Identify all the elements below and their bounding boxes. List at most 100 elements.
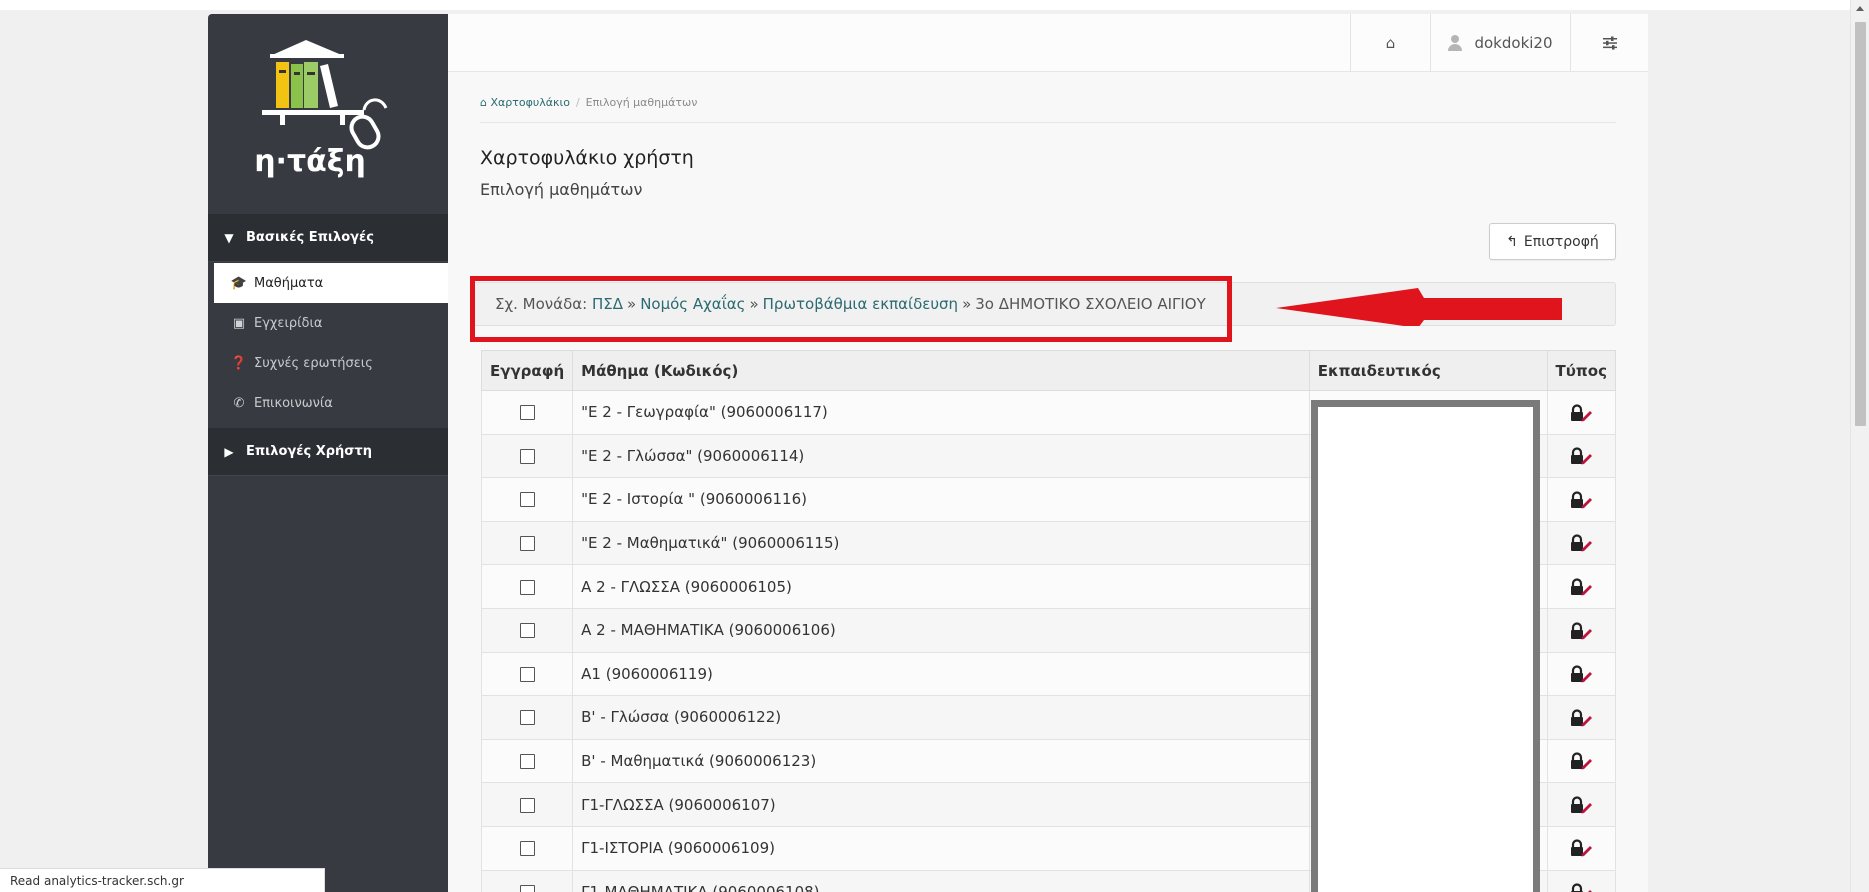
register-checkbox[interactable] <box>519 666 535 682</box>
breadcrumb-home-label: Χαρτοφυλάκιο <box>490 96 570 109</box>
sidebar-group-label: Επιλογές Χρήστη <box>246 444 372 459</box>
lock-edit-icon[interactable] <box>1569 621 1593 640</box>
sidebar-group-user-options[interactable]: ▶ Επιλογές Χρήστη <box>208 428 448 476</box>
course-cell: "Ε 2 - Ιστορία " (9060006116) <box>572 477 1310 522</box>
divider <box>480 122 1616 123</box>
phone-icon: ✆ <box>233 395 245 411</box>
settings-button[interactable] <box>1570 14 1648 72</box>
register-checkbox[interactable] <box>519 492 535 508</box>
page-scrollbar[interactable] <box>1850 0 1869 892</box>
course-cell: Α1 (9060006119) <box>572 651 1310 697</box>
register-cell <box>480 433 574 479</box>
browser-top-strip <box>0 0 1869 10</box>
course-cell: Β' - Μαθηματικά (9060006123) <box>572 738 1310 784</box>
sliders-icon <box>1602 36 1617 50</box>
school-prefix: Σχ. Μονάδα: <box>495 295 588 313</box>
sidebar-item-manuals[interactable]: ▣ Εγχειρίδια <box>208 303 448 343</box>
register-checkbox[interactable] <box>519 405 535 421</box>
column-header: Εγγραφή <box>480 350 574 391</box>
lock-edit-icon[interactable] <box>1569 665 1593 683</box>
home-button[interactable]: ⌂ <box>1350 14 1430 72</box>
logo[interactable]: η·τάξη <box>208 14 448 214</box>
type-cell <box>1546 564 1617 609</box>
lock-edit-icon[interactable] <box>1569 709 1593 727</box>
type-cell <box>1546 738 1617 784</box>
course-cell: "Ε 2 - Μαθηματικά" (9060006115) <box>572 520 1310 566</box>
lock-edit-icon[interactable] <box>1569 491 1593 509</box>
course-cell: "Ε 2 - Γεωγραφία" (9060006117) <box>572 390 1310 435</box>
page-title: Χαρτοφυλάκιο χρήστη <box>480 147 694 169</box>
sidebar-item-label: Επικοινωνία <box>254 395 333 411</box>
register-cell <box>480 564 574 609</box>
sidebar: η·τάξη ▼ Βασικές Επιλογές 🎓 Μαθήματα ▣ Ε… <box>208 14 450 892</box>
register-checkbox[interactable] <box>519 841 535 857</box>
column-header: Τύπος <box>1546 350 1617 391</box>
path-separator: » <box>962 295 972 313</box>
lock-edit-icon[interactable] <box>1569 403 1593 422</box>
register-cell <box>480 825 574 871</box>
register-cell <box>480 869 574 892</box>
course-cell: Γ1-ΙΣΤΟΡΙΑ (9060006109) <box>572 825 1310 871</box>
register-cell <box>480 695 574 740</box>
back-button[interactable]: ↰ Επιστροφή <box>1489 223 1616 260</box>
sidebar-item-faq[interactable]: ❓ Συχνές ερωτήσεις <box>208 343 448 383</box>
lock-edit-icon[interactable] <box>1569 447 1593 465</box>
column-header: Μάθημα (Κωδικός) <box>572 350 1310 391</box>
graduation-cap-icon: 🎓 <box>230 275 248 291</box>
register-checkbox[interactable] <box>519 710 535 726</box>
school-path-link[interactable]: Νομός Αχαΐας <box>640 295 745 313</box>
type-cell <box>1546 477 1617 522</box>
scrollbar-thumb[interactable] <box>1855 22 1866 426</box>
register-checkbox[interactable] <box>519 536 535 552</box>
sidebar-group-basic-options[interactable]: ▼ Βασικές Επιλογές <box>208 214 448 262</box>
red-arrow-annotation <box>1276 288 1562 326</box>
page-subtitle: Επιλογή μαθημάτων <box>480 180 643 199</box>
back-button-label: Επιστροφή <box>1523 233 1599 250</box>
question-circle-icon: ❓ <box>230 355 248 371</box>
sidebar-group-label: Βασικές Επιλογές <box>246 230 374 245</box>
type-cell <box>1546 869 1617 892</box>
lock-edit-icon[interactable] <box>1569 578 1593 596</box>
lock-edit-icon[interactable] <box>1569 752 1593 770</box>
type-cell <box>1546 695 1617 740</box>
path-separator: » <box>749 295 759 313</box>
type-cell <box>1546 607 1617 653</box>
home-icon: ⌂ <box>480 96 491 109</box>
table-header-row: Εγγραφή Μάθημα (Κωδικός) Εκπαιδευτικός Τ… <box>480 350 1617 391</box>
register-checkbox[interactable] <box>519 579 535 595</box>
sidebar-item-label: Μαθήματα <box>254 275 324 291</box>
file-icon: ▣ <box>232 315 246 331</box>
register-checkbox[interactable] <box>519 448 535 464</box>
lock-edit-icon[interactable] <box>1569 883 1593 892</box>
chevron-right-icon: ▶ <box>224 444 234 459</box>
reply-arrow-icon: ↰ <box>1506 233 1518 250</box>
breadcrumb-current: Επιλογή μαθημάτων <box>585 96 698 109</box>
lock-edit-icon[interactable] <box>1569 534 1593 552</box>
user-menu[interactable]: dokdoki20 <box>1430 14 1570 72</box>
school-path-link[interactable]: Πρωτοβάθμια εκπαίδευση <box>763 295 958 313</box>
breadcrumb: ⌂ Χαρτοφυλάκιο / Επιλογή μαθημάτων <box>480 96 697 109</box>
type-cell <box>1546 825 1617 871</box>
sidebar-item-courses[interactable]: 🎓 Μαθήματα <box>214 263 450 303</box>
breadcrumb-home-link[interactable]: ⌂ Χαρτοφυλάκιο <box>480 96 570 109</box>
school-path-link[interactable]: ΠΣΔ <box>592 295 623 313</box>
home-icon: ⌂ <box>1385 34 1396 52</box>
username: dokdoki20 <box>1474 34 1553 52</box>
sidebar-item-label: Εγχειρίδια <box>254 315 323 331</box>
register-cell <box>480 738 574 784</box>
register-checkbox[interactable] <box>519 797 535 813</box>
course-cell: Γ1-ΓΛΩΣΣΑ (9060006107) <box>572 782 1310 827</box>
register-checkbox[interactable] <box>519 884 535 892</box>
scroll-up-icon[interactable] <box>1856 6 1864 11</box>
course-cell: Β' - Γλώσσα (9060006122) <box>572 695 1310 740</box>
course-cell: "Ε 2 - Γλώσσα" (9060006114) <box>572 433 1310 479</box>
top-navbar: ⌂ dokdoki20 <box>448 14 1648 72</box>
type-cell <box>1546 651 1617 697</box>
lock-edit-icon[interactable] <box>1569 796 1593 814</box>
lock-edit-icon[interactable] <box>1569 839 1593 857</box>
register-checkbox[interactable] <box>519 754 535 770</box>
register-cell <box>480 520 574 566</box>
sidebar-item-contact[interactable]: ✆ Επικοινωνία <box>208 383 448 423</box>
type-cell <box>1546 433 1617 479</box>
register-checkbox[interactable] <box>519 623 535 639</box>
